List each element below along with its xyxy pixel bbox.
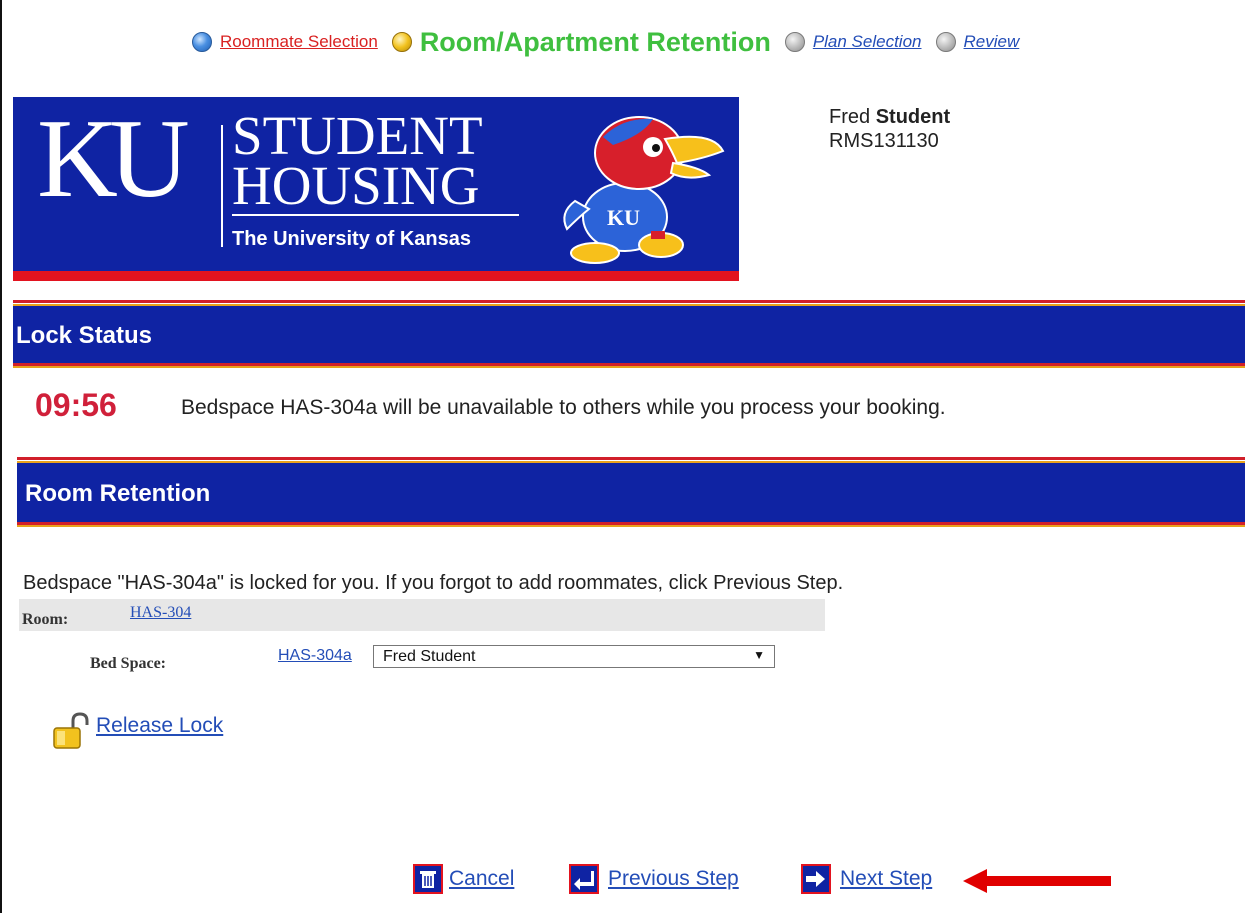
- lock-status-title: Lock Status: [16, 322, 153, 349]
- release-lock-link[interactable]: Release Lock: [96, 714, 223, 738]
- gray-dot-icon: [935, 32, 956, 52]
- user-last-name: Student: [875, 106, 951, 128]
- banner-divider: [221, 125, 223, 247]
- dropdown-arrow-icon: ▼: [753, 648, 765, 662]
- room-retention-header: Room Retention: [17, 457, 1245, 527]
- next-step-button[interactable]: Next Step: [798, 862, 932, 896]
- banner-line-housing: HOUSING: [232, 155, 480, 216]
- step-room-retention-label: Room/Apartment Retention: [419, 26, 771, 57]
- user-info: Fred Student RMS131130: [829, 105, 950, 153]
- arrow-left-icon: [569, 864, 599, 894]
- banner-underline: [232, 214, 519, 216]
- header-accent-line: [13, 300, 1245, 303]
- previous-step-button[interactable]: Previous Step: [566, 862, 739, 896]
- open-padlock-icon[interactable]: [51, 712, 95, 750]
- page-border: [0, 0, 2, 913]
- user-first-name: Fred: [829, 106, 871, 128]
- yellow-dot-icon: [391, 32, 412, 52]
- room-label: Room:: [22, 611, 69, 628]
- user-name: Fred Student: [829, 105, 950, 129]
- jayhawk-mascot-icon: KU: [563, 116, 725, 264]
- arrow-right-icon: [801, 864, 831, 894]
- bed-space-label: Bed Space:: [90, 655, 166, 672]
- room-row: Room: HAS-304: [19, 599, 825, 631]
- previous-step-link[interactable]: Previous Step: [608, 867, 739, 891]
- step-roommate-selection-link[interactable]: Roommate Selection: [220, 32, 378, 52]
- wizard-steps: Roommate Selection Room/Apartment Retent…: [192, 22, 1033, 62]
- step-roommate-selection[interactable]: Roommate Selection: [192, 32, 378, 52]
- step-plan-selection[interactable]: Plan Selection: [784, 32, 922, 52]
- retention-instruction: Bedspace "HAS-304a" is locked for you. I…: [23, 572, 844, 594]
- banner-university-name: The University of Kansas: [232, 228, 471, 250]
- banner-line-student: STUDENT: [232, 105, 483, 166]
- occupant-select[interactable]: Fred Student ▼: [373, 645, 775, 668]
- lock-status-header: Lock Status: [13, 300, 1245, 368]
- cancel-link[interactable]: Cancel: [449, 867, 514, 891]
- gray-dot-icon: [784, 32, 805, 52]
- lock-message: Bedspace HAS-304a will be unavailable to…: [181, 396, 946, 419]
- annotation-arrow-icon: [963, 869, 1111, 893]
- header-accent-line: [17, 457, 1245, 460]
- cancel-button[interactable]: Cancel: [413, 862, 514, 896]
- step-room-retention: Room/Apartment Retention: [391, 26, 771, 58]
- svg-text:KU: KU: [607, 205, 640, 230]
- step-review-link[interactable]: Review: [964, 32, 1020, 52]
- banner-red-stripe: [13, 271, 739, 281]
- occupant-select-value: Fred Student: [383, 648, 476, 665]
- ku-student-housing-banner: KU STUDENT HOUSING The University of Kan…: [13, 97, 739, 281]
- next-step-link[interactable]: Next Step: [840, 867, 932, 891]
- trash-icon: [413, 864, 443, 894]
- lock-timer: 09:56: [35, 387, 117, 423]
- room-link[interactable]: HAS-304: [130, 604, 191, 622]
- blue-dot-icon: [192, 32, 212, 52]
- step-plan-selection-link[interactable]: Plan Selection: [813, 32, 922, 52]
- bed-space-link[interactable]: HAS-304a: [278, 647, 352, 665]
- room-retention-title: Room Retention: [25, 480, 211, 507]
- user-id: RMS131130: [829, 130, 939, 152]
- ku-logo-letters: KU: [37, 97, 190, 221]
- step-review[interactable]: Review: [935, 32, 1020, 52]
